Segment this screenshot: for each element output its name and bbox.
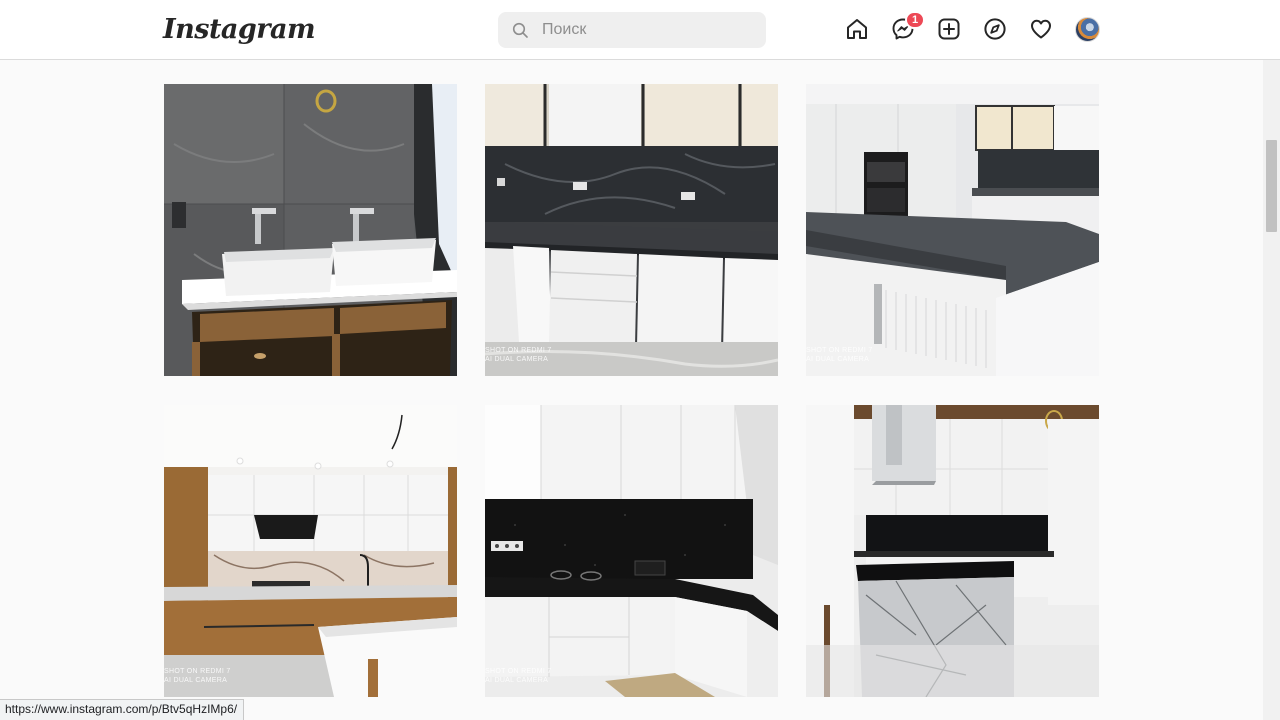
camera-watermark: SHOT ON REDMI 7 AI DUAL CAMERA [164,668,231,684]
search-input[interactable] [542,12,742,48]
page-scrollbar-thumb[interactable] [1266,140,1277,232]
camera-watermark: SHOT ON REDMI 7 AI DUAL CAMERA [806,347,873,363]
corner-kitchen-photo [485,405,778,697]
instagram-logo[interactable]: Instagram [163,14,316,45]
post-thumbnail[interactable]: SHOT ON REDMI 7 AI DUAL CAMERA [485,405,778,697]
new-post-icon[interactable] [936,16,962,42]
post-thumbnail[interactable]: SHOT ON REDMI 7 AI DUAL CAMERA [806,84,1099,376]
kitchen-island-hood-photo [806,405,1099,697]
activity-heart-icon[interactable] [1028,16,1054,42]
kitchen-island-photo [806,84,1099,376]
camera-watermark: SHOT ON REDMI 7 AI DUAL CAMERA [485,668,552,684]
post-thumbnail[interactable]: SHOT ON REDMI 7 AI DUAL CAMERA [485,84,778,376]
search-icon [498,12,542,48]
post-thumbnail[interactable]: SHOT ON REDMI 7 AI DUAL CAMERA [164,405,457,697]
messages-notification-badge: 1 [905,11,926,29]
bathroom-vanity-photo [164,84,457,376]
explore-icon[interactable] [982,16,1008,42]
wood-white-kitchen-photo [164,405,457,697]
white-kitchen-photo [485,84,778,376]
profile-avatar[interactable] [1075,17,1100,42]
top-navigation-bar: Instagram 1 [0,0,1280,60]
home-icon[interactable] [844,16,870,42]
camera-watermark: SHOT ON REDMI 7 AI DUAL CAMERA [485,347,552,363]
post-thumbnail[interactable] [806,405,1099,697]
search-box[interactable] [498,12,766,48]
post-thumbnail[interactable] [164,84,457,376]
link-preview-status-bar: https://www.instagram.com/p/Btv5qHzIMp6/ [0,699,245,720]
